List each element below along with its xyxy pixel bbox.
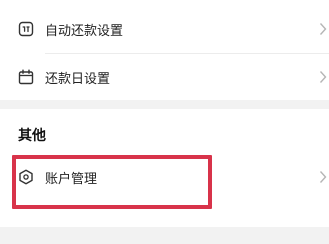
auto-repay-icon — [18, 21, 34, 37]
settings-card: 自动还款设置 还款日设置 — [0, 0, 329, 100]
calendar-icon — [18, 69, 34, 85]
auto-repay-settings-item[interactable]: 自动还款设置 — [0, 5, 329, 53]
chevron-right-icon — [319, 23, 327, 35]
section-title-other: 其他 — [18, 128, 46, 144]
chevron-right-icon — [319, 171, 327, 183]
repayment-day-settings-item[interactable]: 还款日设置 — [0, 53, 329, 101]
account-management-label: 账户管理 — [45, 171, 98, 187]
auto-repay-settings-label: 自动还款设置 — [45, 23, 124, 39]
account-shield-icon — [19, 169, 33, 185]
repayment-day-settings-label: 还款日设置 — [45, 71, 111, 87]
chevron-right-icon — [319, 71, 327, 83]
account-management-item[interactable]: 账户管理 — [0, 153, 329, 201]
